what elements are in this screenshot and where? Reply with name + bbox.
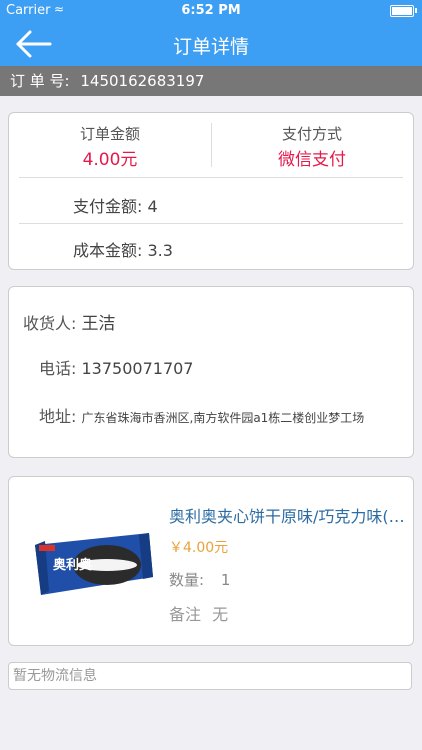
quantity-label: 数量: [169, 571, 205, 589]
product-price: ￥4.00元 [169, 540, 229, 556]
phone-label: 电话: [39, 359, 77, 378]
status-bar: Carrier ≈ 6:52 PM [0, 0, 422, 22]
product-quantity-row: 数量: 1 [169, 569, 230, 590]
order-amount-label: 订单金额 [79, 125, 140, 143]
product-image: 奥利奥 [27, 499, 157, 625]
divider [19, 223, 403, 224]
divider [19, 177, 403, 178]
quantity-value: 1 [220, 571, 231, 589]
product-note-row: 备注 无 [169, 601, 228, 625]
note-label: 备注 [169, 605, 202, 624]
page-title: 订单详情 [172, 36, 249, 58]
address-label: 地址: [39, 407, 77, 426]
order-number-bar: 订 单 号: 1450162683197 [0, 66, 422, 96]
battery-icon [390, 5, 414, 17]
address-row: 地址: 广东省珠海市香洲区,南方软件园a1栋二楼创业梦工场 [39, 403, 364, 427]
product-card[interactable]: 奥利奥 奥利奥夹心饼干原味/巧克力味(盒装) ￥4.00元 数量: 1 备注 无 [8, 476, 414, 646]
recipient-name: 王洁 [81, 314, 116, 334]
phone-number: 13750071707 [81, 359, 194, 378]
battery-tip [415, 8, 417, 13]
product-name[interactable]: 奥利奥夹心饼干原味/巧克力味(盒装) [169, 503, 409, 527]
address-text: 广东省珠海市香洲区,南方软件园a1栋二楼创业梦工场 [81, 411, 365, 425]
phone-row: 电话: 13750071707 [39, 355, 193, 379]
status-time: 6:52 PM [181, 3, 241, 18]
cost-amount-value: 3.3 [147, 241, 173, 260]
pay-method-label: 支付方式 [281, 125, 342, 143]
shipping-address-card: 收货人: 王洁 电话: 13750071707 地址: 广东省珠海市香洲区,南方… [8, 286, 414, 458]
order-number-label: 订 单 号: [10, 72, 70, 90]
order-amount-value: 4.00元 [82, 150, 138, 170]
cost-amount-row: 成本金额: 3.3 [73, 237, 173, 261]
logistics-text: 暂无物流信息 [13, 668, 97, 684]
paid-amount-value: 4 [147, 197, 158, 216]
note-value: 无 [212, 605, 229, 624]
paid-amount-label: 支付金额: [73, 197, 143, 216]
nav-bar: 订单详情 [0, 22, 422, 66]
order-summary-card: 订单金额 4.00元 支付方式 微信支付 支付金额: 4 成本金额: 3.3 [8, 112, 414, 270]
recipient-row: 收货人: 王洁 [23, 309, 116, 334]
product-brand-text: 奥利奥 [53, 557, 93, 573]
recipient-label: 收货人: [23, 314, 77, 333]
pay-method-value: 微信支付 [278, 150, 346, 170]
paid-amount-row: 支付金额: 4 [73, 193, 158, 217]
order-number: 1450162683197 [80, 72, 205, 90]
cost-amount-label: 成本金额: [73, 241, 143, 260]
logistics-info: 暂无物流信息 [8, 662, 412, 690]
